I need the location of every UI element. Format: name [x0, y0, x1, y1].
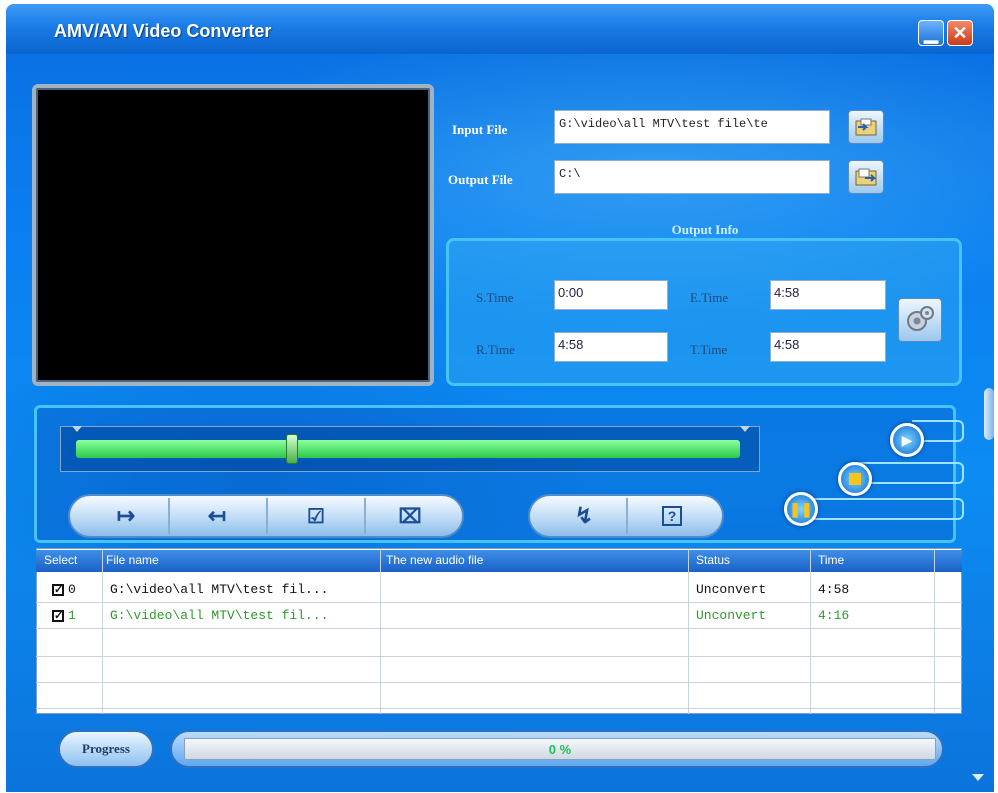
select-all-button[interactable]: ☑	[270, 494, 362, 538]
r-time-field[interactable]: 4:58	[554, 332, 668, 362]
help-icon: ?	[661, 506, 683, 526]
expand-down-icon[interactable]	[972, 774, 984, 781]
close-icon: ✕	[952, 23, 968, 43]
input-file-field[interactable]: G:\video\all MTV\test file\te	[554, 110, 830, 144]
window-title: AMV/AVI Video Converter	[54, 21, 272, 41]
minimize-button[interactable]: ▁	[918, 20, 944, 46]
help-button[interactable]: ?	[630, 494, 714, 538]
column-divider	[380, 550, 381, 714]
settings-button[interactable]	[898, 298, 942, 342]
t-time-label: T.Time	[690, 342, 728, 357]
row-time: 4:58	[818, 582, 850, 597]
output-file-field[interactable]: C:\	[554, 160, 830, 194]
seek-slider-thumb[interactable]	[286, 434, 298, 464]
column-divider	[102, 550, 103, 714]
stop-button[interactable]	[838, 462, 872, 496]
output-file-label: Output File	[448, 172, 513, 187]
set-end-icon: ↤	[207, 503, 227, 528]
progress-button[interactable]: Progress	[58, 730, 154, 768]
output-info-title: Output Info	[671, 222, 739, 237]
row-divider	[36, 682, 962, 683]
toolbar-separator	[168, 498, 170, 534]
header-new-audio[interactable]: The new audio file	[386, 553, 483, 567]
convert-button[interactable]: ↯	[544, 494, 624, 538]
stop-icon	[849, 473, 861, 485]
row-divider	[36, 602, 962, 603]
remove-button[interactable]: ⌧	[368, 494, 452, 538]
set-end-button[interactable]: ↤	[172, 494, 262, 538]
open-file-icon	[855, 118, 877, 136]
row-time: 4:16	[818, 608, 850, 623]
row-file-name: G:\video\all MTV\test fil...	[110, 582, 329, 597]
row-checkbox[interactable]: ✓	[52, 584, 64, 596]
connector-line	[860, 462, 964, 484]
row-checkbox[interactable]: ✓	[52, 610, 64, 622]
r-time-label: R.Time	[476, 342, 515, 357]
header-status[interactable]: Status	[696, 553, 730, 567]
s-time-label: S.Time	[476, 290, 514, 305]
toolbar-separator	[626, 498, 628, 534]
seek-bar-fill	[76, 440, 740, 458]
close-button[interactable]: ✕	[947, 20, 973, 46]
row-status: Unconvert	[696, 582, 767, 597]
row-file-name: G:\video\all MTV\test fil...	[110, 608, 329, 623]
browse-output-button[interactable]	[848, 160, 884, 194]
end-marker-icon	[740, 426, 750, 432]
set-start-icon: ↦	[116, 503, 136, 528]
column-divider	[810, 550, 811, 714]
output-info-panel	[446, 238, 962, 386]
save-file-icon	[855, 168, 877, 186]
connector-line	[806, 498, 964, 520]
table-header: Select File name The new audio file Stat…	[36, 550, 962, 572]
progress-bar: 0 %	[184, 738, 936, 760]
row-index: 1	[68, 608, 76, 623]
column-divider	[688, 550, 689, 714]
row-divider	[36, 656, 962, 657]
file-table	[36, 548, 962, 714]
pause-button[interactable]: ❚❚	[784, 492, 818, 526]
e-time-field[interactable]: 4:58	[770, 280, 886, 310]
e-time-label: E.Time	[690, 290, 729, 305]
checkbox-icon: ☑	[307, 505, 325, 528]
browse-input-button[interactable]	[848, 110, 884, 144]
play-button[interactable]: ▶	[890, 423, 924, 457]
gear-icon	[907, 306, 934, 331]
toolbar-separator	[266, 498, 268, 534]
s-time-field[interactable]: 0:00	[554, 280, 668, 310]
column-divider	[934, 550, 935, 714]
toolbar-separator	[364, 498, 366, 534]
start-marker-icon	[72, 426, 82, 432]
delete-box-icon: ⌧	[398, 505, 422, 528]
convert-icon: ↯	[574, 503, 594, 528]
row-divider	[36, 708, 962, 709]
progress-value: 0 %	[548, 741, 572, 757]
row-divider	[36, 628, 962, 629]
row-status: Unconvert	[696, 608, 767, 623]
set-start-button[interactable]: ↦	[86, 494, 166, 538]
side-expand-handle[interactable]	[984, 388, 994, 440]
header-file-name[interactable]: File name	[106, 553, 159, 567]
title-bar[interactable]: AMV/AVI Video Converter ▁ ✕	[6, 4, 994, 54]
header-select[interactable]: Select	[44, 553, 77, 567]
play-icon: ▶	[901, 431, 913, 448]
header-time[interactable]: Time	[818, 553, 844, 567]
input-file-label: Input File	[452, 122, 508, 137]
pause-icon: ❚❚	[789, 500, 813, 517]
t-time-field[interactable]: 4:58	[770, 332, 886, 362]
minimize-icon: ▁	[924, 23, 938, 43]
row-index: 0	[68, 582, 76, 597]
